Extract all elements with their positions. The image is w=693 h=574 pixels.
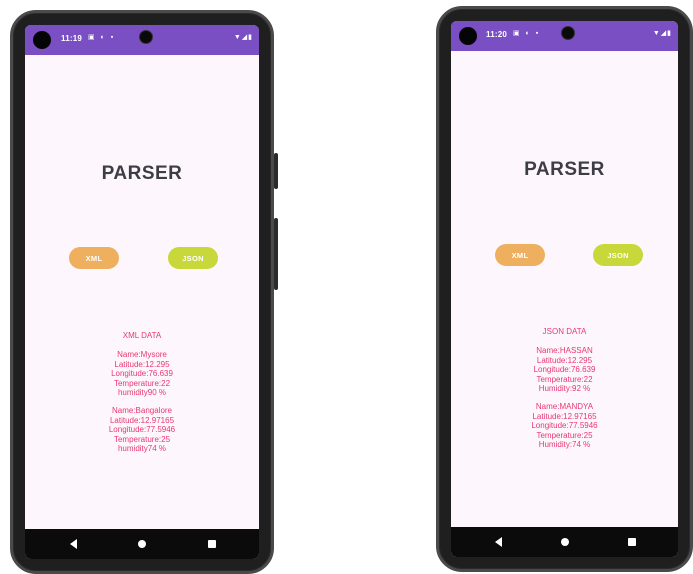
record-latitude: Latitude:12.295	[114, 359, 170, 369]
camera-icon	[139, 30, 153, 44]
record-humidity: Humidity:74 %	[538, 440, 591, 450]
record-humidity: Humidity:92 %	[538, 384, 591, 394]
record-humidity: humidity74 %	[117, 444, 167, 454]
parsed-output: XML DATA Name:Mysore Latitude:12.295 Lon…	[25, 331, 259, 462]
record-hassan: Name:HASSAN Latitude:12.295 Longitude:76…	[451, 346, 678, 393]
xml-button[interactable]: XML	[69, 247, 119, 269]
output-heading: JSON DATA	[542, 327, 587, 336]
record-latitude: Latitude:12.97165	[532, 411, 597, 421]
screen: 11:20 ▣ ◐ ▪ ▼◢▮ PARSER XML JSON JSON DAT…	[451, 21, 678, 557]
phone-right: 11:20 ▣ ◐ ▪ ▼◢▮ PARSER XML JSON JSON DAT…	[436, 6, 693, 572]
record-name: Name:HASSAN	[536, 346, 593, 356]
record-temperature: Temperature:25	[113, 434, 171, 444]
volume-button	[274, 153, 278, 189]
xml-button[interactable]: XML	[495, 244, 545, 266]
front-camera	[33, 31, 51, 49]
record-name: Name:Bangalore	[111, 406, 173, 416]
recents-icon[interactable]	[628, 538, 636, 546]
output-heading: XML DATA	[122, 331, 162, 340]
json-button[interactable]: JSON	[593, 244, 643, 266]
front-camera	[459, 27, 477, 45]
record-latitude: Latitude:12.97165	[109, 415, 175, 425]
navigation-bar	[25, 529, 259, 559]
status-bar: 11:20 ▣ ◐ ▪ ▼◢▮	[451, 21, 678, 51]
json-button[interactable]: JSON	[168, 247, 218, 269]
record-longitude: Longitude:77.5946	[531, 421, 598, 431]
record-name: Name:Mysore	[117, 350, 167, 360]
navigation-bar	[451, 527, 678, 557]
back-icon[interactable]	[70, 539, 77, 549]
status-bar: 11:19 ▣ ◐ ▪ ▼◢▮	[25, 25, 259, 55]
page-title: PARSER	[101, 163, 183, 184]
home-icon[interactable]	[138, 540, 146, 548]
phone-left: 11:19 ▣ ◐ ▪ ▼◢▮ PARSER XML JSON XML DATA…	[10, 10, 278, 574]
record-humidity: humidity90 %	[117, 388, 167, 398]
recents-icon[interactable]	[208, 540, 216, 548]
record-mandya: Name:MANDYA Latitude:12.97165 Longitude:…	[451, 402, 678, 449]
signal-battery-icons: ▼◢▮	[233, 34, 253, 41]
record-longitude: Longitude:76.639	[533, 365, 596, 375]
record-latitude: Latitude:12.295	[536, 355, 593, 365]
record-temperature: Temperature:25	[536, 430, 593, 440]
status-time: 11:20	[486, 30, 508, 39]
record-longitude: Longitude:77.5946	[108, 425, 176, 435]
record-mysore: Name:Mysore Latitude:12.295 Longitude:76…	[25, 350, 259, 397]
status-time: 11:19	[61, 34, 83, 43]
back-icon[interactable]	[495, 537, 502, 547]
record-temperature: Temperature:22	[113, 378, 171, 388]
screen: 11:19 ▣ ◐ ▪ ▼◢▮ PARSER XML JSON XML DATA…	[25, 25, 259, 559]
notification-icons: ▣ ◐ ▪	[88, 34, 116, 41]
record-temperature: Temperature:22	[536, 374, 593, 384]
parsed-output: JSON DATA Name:HASSAN Latitude:12.295 Lo…	[451, 327, 678, 458]
signal-battery-icons: ▼◢▮	[652, 30, 672, 37]
record-bangalore: Name:Bangalore Latitude:12.97165 Longitu…	[25, 406, 259, 453]
home-icon[interactable]	[561, 538, 569, 546]
record-name: Name:MANDYA	[535, 402, 594, 412]
power-button	[274, 218, 278, 290]
notification-icons: ▣ ◐ ▪	[513, 30, 541, 37]
page-title: PARSER	[524, 159, 605, 180]
record-longitude: Longitude:76.639	[111, 369, 173, 379]
camera-icon	[561, 26, 575, 40]
